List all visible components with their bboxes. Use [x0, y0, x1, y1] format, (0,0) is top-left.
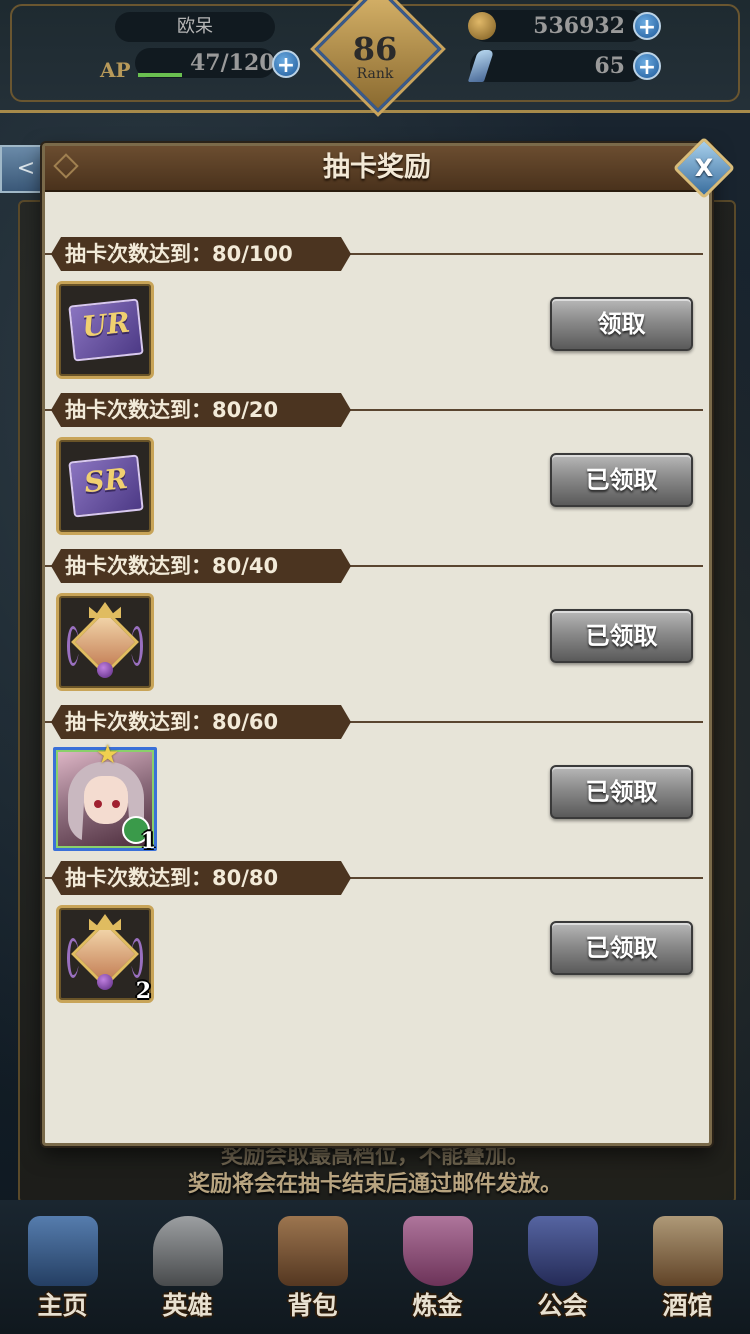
- modal-header: 抽卡奖励: [45, 146, 709, 192]
- nav-guild[interactable]: 公会: [500, 1210, 625, 1330]
- nav-label: 公会: [537, 1291, 588, 1320]
- reward-row: 抽卡次数达到：80/60 ★ 1 已领取: [45, 705, 709, 863]
- nav-label: 背包: [287, 1291, 338, 1320]
- reward-row: 抽卡次数达到：80/40 已领取: [45, 549, 709, 707]
- orb-icon: [97, 662, 113, 678]
- shield-icon: [528, 1216, 598, 1286]
- ap-label: AP: [100, 58, 131, 82]
- nav-backpack[interactable]: 背包: [250, 1210, 375, 1330]
- orb-icon: [97, 974, 113, 990]
- castle-icon: [28, 1216, 98, 1286]
- ap-progress-bar: [138, 73, 182, 77]
- tavern-icon: [653, 1216, 723, 1286]
- row-label: 抽卡次数达到：80/80: [65, 866, 279, 890]
- reward-item-hero[interactable]: ★ 1: [53, 740, 157, 854]
- claimed-button[interactable]: 已领取: [550, 765, 693, 819]
- helmet-icon: [153, 1216, 223, 1286]
- reward-item-crystal-emblem[interactable]: [56, 593, 154, 691]
- nav-heroes[interactable]: 英雄: [125, 1210, 250, 1330]
- hero-eye: [112, 800, 120, 808]
- reward-row: 抽卡次数达到：80/80 2 已领取: [45, 861, 709, 1019]
- backpack-icon: [278, 1216, 348, 1286]
- gold-value: 536932: [533, 13, 625, 39]
- star-icon: ★: [96, 740, 120, 770]
- nav-alchemy[interactable]: 炼金: [375, 1210, 500, 1330]
- crown-icon: [89, 914, 121, 930]
- hero-portrait-icon: [84, 776, 128, 824]
- top-status-bar: 欧呆 AP 47/120 + 86 Rank 536932 + 65 +: [0, 0, 750, 113]
- reward-row: 抽卡次数达到：80/100 UR 领取: [45, 237, 709, 395]
- row-label: 抽卡次数达到：80/60: [65, 710, 279, 734]
- gold-plus-button[interactable]: +: [633, 12, 661, 40]
- gem-value: 65: [594, 53, 625, 79]
- claimed-button[interactable]: 已领取: [550, 453, 693, 507]
- modal-title: 抽卡奖励: [323, 152, 431, 183]
- nav-label: 酒馆: [662, 1291, 713, 1320]
- close-icon[interactable]: X: [682, 146, 726, 190]
- bottom-navigation: 主页 英雄 背包 炼金 公会 酒馆: [0, 1200, 750, 1334]
- nav-label: 炼金: [412, 1291, 463, 1320]
- claim-button[interactable]: 领取: [550, 297, 693, 351]
- nav-tavern[interactable]: 酒馆: [625, 1210, 750, 1330]
- background-note-2: 奖励将会在抽卡结束后通过邮件发放。: [187, 1172, 562, 1197]
- ap-value: 47/120: [190, 50, 275, 76]
- potion-icon: [403, 1216, 473, 1286]
- reward-row: 抽卡次数达到：80/20 SR 已领取: [45, 393, 709, 551]
- reward-item-ur-ticket[interactable]: UR: [56, 281, 154, 379]
- draw-reward-modal: 抽卡奖励 X 抽卡次数达到：80/100 UR 领取 抽卡次数达到：80/20 …: [42, 136, 736, 1146]
- nav-label: 主页: [37, 1291, 88, 1320]
- gem-plus-button[interactable]: +: [633, 52, 661, 80]
- crown-icon: [89, 602, 121, 618]
- ap-plus-button[interactable]: +: [272, 50, 300, 78]
- rank-number: 86: [352, 30, 398, 68]
- row-label: 抽卡次数达到：80/100: [65, 242, 293, 266]
- claimed-button[interactable]: 已领取: [550, 609, 693, 663]
- hero-level: 1: [140, 828, 156, 854]
- reward-item-sr-ticket[interactable]: SR: [56, 437, 154, 535]
- nav-label: 英雄: [162, 1291, 213, 1320]
- gold-coin-icon: [468, 12, 496, 40]
- row-label: 抽卡次数达到：80/40: [65, 554, 279, 578]
- rank-label: Rank: [356, 66, 394, 82]
- claimed-button[interactable]: 已领取: [550, 921, 693, 975]
- hero-eye: [94, 800, 102, 808]
- row-label: 抽卡次数达到：80/20: [65, 398, 279, 422]
- nav-home[interactable]: 主页: [0, 1210, 125, 1330]
- reward-item-crystal-emblem[interactable]: 2: [56, 905, 154, 1004]
- player-name: 欧呆: [115, 12, 275, 42]
- item-count: 2: [135, 978, 151, 1004]
